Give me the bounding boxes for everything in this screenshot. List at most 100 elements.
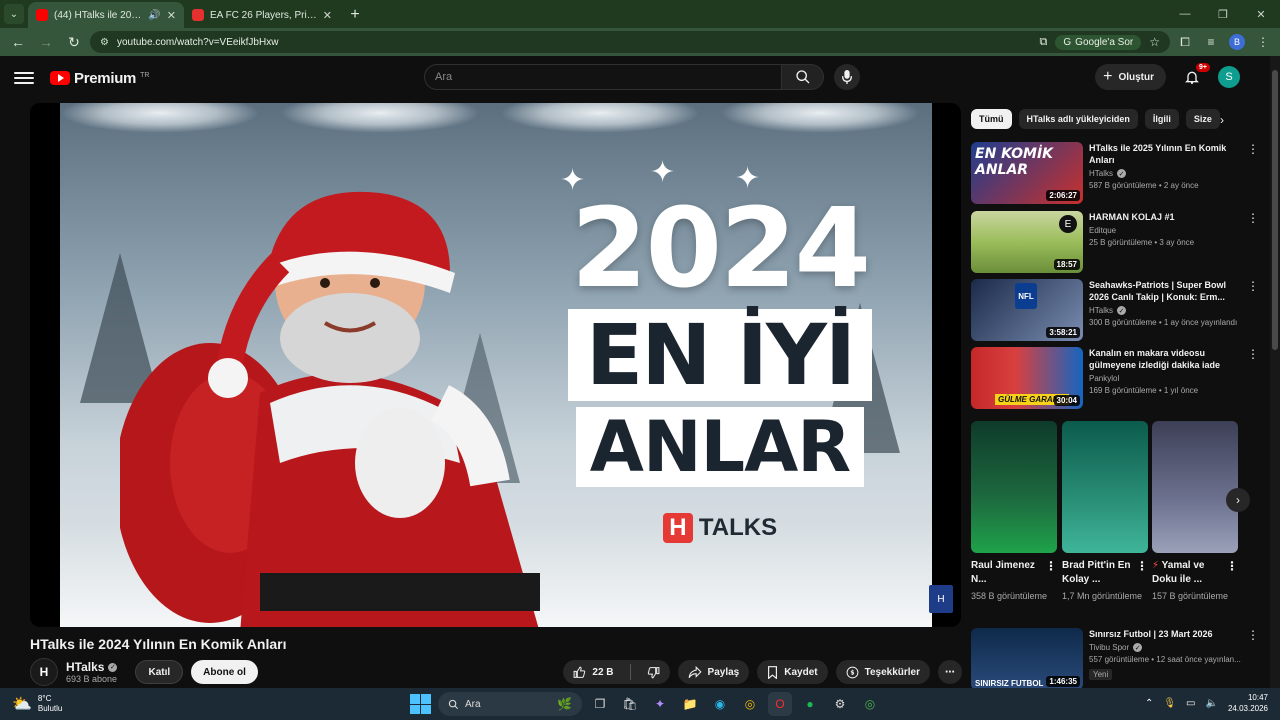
clock[interactable]: 10:47 24.03.2026 — [1228, 692, 1268, 714]
address-bar[interactable]: ⚙ youtube.com/watch?v=VEeikfJbHxw ⧉ G Goo… — [90, 31, 1170, 53]
recommendation-thumbnail[interactable]: SINIRSIZ FUTBOL 1:46:35 — [971, 628, 1083, 690]
page-scrollbar[interactable] — [1270, 56, 1280, 688]
opera-icon[interactable]: O — [768, 692, 792, 716]
account-avatar[interactable]: S — [1218, 66, 1240, 88]
close-window-icon[interactable]: ✕ — [1242, 0, 1280, 28]
recommendation-title[interactable]: HTalks ile 2025 Yılının En Komik Anları — [1089, 142, 1243, 166]
file-explorer-icon[interactable]: 📁 — [678, 692, 702, 716]
network-icon[interactable]: ▭ — [1186, 698, 1195, 709]
google-ask-button[interactable]: G Google'a Sor — [1055, 34, 1142, 50]
microphone-tray-icon[interactable]: 🎙 — [1163, 698, 1176, 709]
site-info-icon[interactable]: ⚙ — [100, 37, 109, 48]
recommendation-item[interactable]: EN KOMİK ANLAR 2:06:27 HTalks ile 2025 Y… — [971, 142, 1261, 204]
weather-widget[interactable]: ⛅ 8°C Bulutlu — [12, 694, 62, 714]
more-vert-icon[interactable]: ⋮ — [1247, 279, 1259, 293]
menu-icon[interactable] — [14, 72, 34, 84]
extensions-icon[interactable]: ⧠ — [1174, 31, 1196, 53]
more-vert-icon[interactable]: ⋮ — [1226, 559, 1238, 573]
tab-search-button[interactable]: ⌄ — [4, 4, 24, 24]
short-item[interactable]: Raul Jimenez N... ⋮ 358 B görüntüleme — [971, 421, 1057, 603]
chip-related[interactable]: İlgili — [1144, 109, 1179, 129]
short-title[interactable]: Brad Pitt'in En Kolay ... — [1062, 560, 1131, 585]
edge-icon[interactable]: ◉ — [708, 692, 732, 716]
video-player[interactable]: ✦ ✦ ✦ 2024 EN İYİ ANLAR H TALKS H — [30, 103, 961, 627]
close-tab-icon[interactable]: ✕ — [323, 9, 332, 22]
recommendation-channel[interactable]: Pankylol — [1089, 374, 1119, 383]
steam-icon[interactable]: ⚙ — [828, 692, 852, 716]
short-thumbnail[interactable] — [971, 421, 1057, 553]
new-tab-button[interactable]: + — [344, 4, 366, 26]
more-vert-icon[interactable]: ⋮ — [1247, 211, 1259, 225]
spotify-icon[interactable]: ● — [798, 692, 822, 716]
more-vert-icon[interactable]: ⋮ — [1136, 559, 1148, 573]
windows-start-icon[interactable] — [408, 692, 432, 716]
taskbar-search[interactable]: Ara 🌿 — [438, 692, 582, 716]
speaker-icon[interactable]: 🔊 — [148, 10, 160, 21]
notifications-button[interactable]: 9+ — [1180, 63, 1210, 89]
chrome-profile-icon[interactable]: ◎ — [858, 692, 882, 716]
browser-menu-icon[interactable]: ⋮ — [1252, 31, 1274, 53]
recommendation-item[interactable]: E 18:57 HARMAN KOLAJ #1 Editque 25 B gör… — [971, 211, 1261, 273]
recommendation-thumbnail[interactable]: NFL 3:58:21 — [971, 279, 1083, 341]
dislike-button[interactable] — [637, 660, 670, 684]
more-vert-icon[interactable]: ⋮ — [1247, 347, 1259, 361]
subscribe-button[interactable]: Abone ol — [191, 660, 258, 684]
voice-search-button[interactable] — [834, 64, 860, 90]
back-button[interactable]: ← — [6, 30, 30, 54]
scrollbar-thumb[interactable] — [1272, 70, 1278, 350]
shorts-next-button[interactable]: › — [1226, 488, 1250, 512]
share-button[interactable]: Paylaş — [677, 660, 750, 684]
more-vert-icon[interactable]: ⋮ — [1247, 142, 1259, 156]
copilot-icon[interactable]: ✦ — [648, 692, 672, 716]
more-actions-button[interactable]: ⋯ — [938, 660, 962, 684]
channel-name-text[interactable]: HTalks — [66, 660, 104, 674]
task-view-icon[interactable]: ❐ — [588, 692, 612, 716]
recommendation-title[interactable]: Sınırsız Futbol | 23 Mart 2026 — [1089, 628, 1243, 640]
reload-button[interactable]: ↻ — [62, 30, 86, 54]
restore-icon[interactable]: ❐ — [1204, 0, 1242, 28]
recommendation-title[interactable]: Kanalın en makara videosu gülmeyene izle… — [1089, 347, 1243, 371]
like-button[interactable]: 22 B — [563, 660, 623, 684]
close-tab-icon[interactable]: ✕ — [167, 9, 176, 22]
short-title[interactable]: Raul Jimenez N... — [971, 560, 1035, 585]
more-vert-icon[interactable]: ⋮ — [1045, 559, 1057, 573]
search-button[interactable] — [782, 64, 824, 90]
recommendation-channel[interactable]: HTalks — [1089, 306, 1113, 315]
bookmark-star-icon[interactable]: ☆ — [1149, 35, 1160, 49]
chevron-right-icon[interactable]: › — [1212, 110, 1232, 130]
volume-icon[interactable]: 🔈 — [1206, 698, 1218, 709]
thanks-button[interactable]: $ Teşekkürler — [835, 660, 930, 684]
media-controls-icon[interactable]: ≡ — [1200, 31, 1222, 53]
recommendation-channel[interactable]: Editque — [1089, 226, 1116, 235]
browser-tab-youtube[interactable]: (44) HTalks ile 2024 Yılının En Komik An… — [28, 2, 184, 28]
search-input[interactable] — [424, 64, 782, 90]
channel-avatar[interactable]: H — [30, 658, 58, 686]
minimize-icon[interactable]: — — [1166, 0, 1204, 28]
short-item[interactable]: ⚡ Yamal ve Doku ile ... ⋮ 157 B görüntüle… — [1152, 421, 1238, 603]
recommendation-channel[interactable]: Tivibu Spor — [1089, 643, 1129, 652]
recommendation-item[interactable]: NFL 3:58:21 Seahawks-Patriots | Super Bo… — [971, 279, 1261, 341]
install-app-icon[interactable]: ⧉ — [1040, 36, 1048, 49]
join-button[interactable]: Katıl — [135, 660, 184, 684]
short-item[interactable]: Brad Pitt'in En Kolay ... ⋮ 1,7 Mn görünt… — [1062, 421, 1148, 603]
create-button[interactable]: + Oluştur — [1095, 64, 1166, 90]
recommendation-thumbnail[interactable]: GÜLME GARANTİ 30:04 — [971, 347, 1083, 409]
chip-all[interactable]: Tümü — [971, 109, 1012, 129]
video-frame[interactable]: ✦ ✦ ✦ 2024 EN İYİ ANLAR H TALKS — [60, 103, 932, 627]
recommendation-item[interactable]: GÜLME GARANTİ 30:04 Kanalın en makara vi… — [971, 347, 1261, 409]
recommendation-item[interactable]: SINIRSIZ FUTBOL 1:46:35 Sınırsız Futbol … — [971, 628, 1261, 690]
short-thumbnail[interactable] — [1062, 421, 1148, 553]
forward-button[interactable]: → — [34, 30, 58, 54]
more-vert-icon[interactable]: ⋮ — [1247, 628, 1259, 642]
channel-name[interactable]: HTalks ✓ — [66, 660, 118, 674]
youtube-premium-logo[interactable]: Premium TR — [50, 70, 149, 87]
recommendation-thumbnail[interactable]: EN KOMİK ANLAR 2:06:27 — [971, 142, 1083, 204]
recommendation-channel[interactable]: HTalks — [1089, 169, 1113, 178]
browser-tab-ea-fc[interactable]: EA FC 26 Players, Prices, and Squads ✕ — [184, 2, 340, 28]
save-button[interactable]: Kaydet — [757, 660, 828, 684]
url-text[interactable]: youtube.com/watch?v=VEeikfJbHxw — [117, 37, 278, 48]
recommendation-title[interactable]: Seahawks-Patriots | Super Bowl 2026 Canl… — [1089, 279, 1243, 303]
recommendation-thumbnail[interactable]: E 18:57 — [971, 211, 1083, 273]
short-thumbnail[interactable] — [1152, 421, 1238, 553]
short-title[interactable]: Yamal ve Doku ile ... — [1152, 560, 1204, 585]
